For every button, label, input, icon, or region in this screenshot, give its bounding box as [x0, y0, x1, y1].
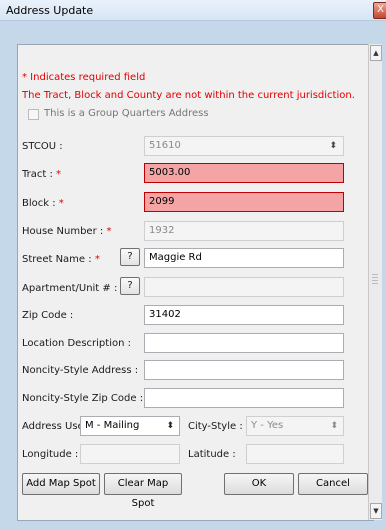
required-field-note: * Indicates required field [22, 72, 146, 83]
block-label: Block : * [22, 198, 64, 209]
dialog-window: * Indicates required field The Tract, Bl… [4, 21, 386, 525]
stcou-spinbox[interactable]: 51610 ⬍ [144, 136, 344, 156]
title-bar: Address Update X [0, 0, 386, 21]
form-panel: * Indicates required field The Tract, Bl… [17, 44, 374, 521]
address-use-select[interactable]: M - Mailing ⬍ [80, 416, 180, 436]
updown-arrows-icon[interactable]: ⬍ [329, 137, 337, 155]
tract-label: Tract : * [22, 169, 62, 180]
apartment-label: Apartment/Unit # : [22, 283, 118, 294]
add-map-spot-button[interactable]: Add Map Spot [22, 473, 100, 495]
jurisdiction-warning: The Tract, Block and County are not with… [22, 90, 355, 101]
latitude-input[interactable] [246, 444, 344, 464]
street-name-label: Street Name : * [22, 254, 100, 265]
required-marker: * [56, 169, 62, 180]
stcou-value: 51610 [149, 140, 181, 151]
noncity-zip-label: Noncity-Style Zip Code : [22, 393, 144, 404]
zip-code-input[interactable]: 31402 [144, 305, 344, 325]
location-description-label: Location Description : [22, 338, 131, 349]
apartment-help-button[interactable]: ? [120, 277, 140, 295]
zip-code-label: Zip Code : [22, 310, 74, 321]
down-arrow-icon[interactable]: ▼ [370, 503, 382, 519]
city-style-select[interactable]: Y - Yes ⬍ [246, 416, 344, 436]
scrollbar-grip[interactable] [372, 274, 378, 286]
clear-map-spot-button[interactable]: Clear Map Spot [104, 473, 182, 509]
longitude-label: Longitude : [22, 449, 79, 460]
location-description-input[interactable] [144, 333, 344, 353]
cancel-button[interactable]: Cancel [298, 473, 368, 495]
noncity-address-input[interactable] [144, 360, 344, 380]
latitude-label: Latitude : [188, 449, 236, 460]
address-use-label: Address Use: [22, 421, 88, 432]
address-use-value: M - Mailing [85, 420, 140, 431]
street-name-help-button[interactable]: ? [120, 248, 140, 266]
window-title: Address Update [6, 4, 94, 17]
tract-input[interactable]: 5003.00 [144, 163, 344, 183]
stcou-label: STCOU : [22, 141, 63, 152]
noncity-zip-input[interactable] [144, 388, 344, 408]
vertical-scrollbar[interactable]: ▲ ▼ [368, 44, 382, 520]
block-input[interactable]: 2099 [144, 192, 344, 212]
updown-arrows-icon: ⬍ [330, 421, 338, 431]
updown-arrows-icon: ⬍ [166, 421, 174, 431]
required-marker: * [106, 226, 112, 237]
required-marker: * [94, 254, 100, 265]
up-arrow-icon[interactable]: ▲ [370, 45, 382, 61]
street-name-input[interactable]: Maggie Rd [144, 248, 344, 268]
city-style-value: Y - Yes [251, 420, 284, 431]
close-button[interactable]: X [373, 2, 386, 19]
required-marker: * [58, 198, 64, 209]
noncity-address-label: Noncity-Style Address : [22, 365, 139, 376]
apartment-input[interactable] [144, 277, 344, 297]
longitude-input[interactable] [80, 444, 180, 464]
city-style-label: City-Style : [188, 421, 243, 432]
house-number-input[interactable]: 1932 [144, 221, 344, 241]
group-quarters-label: This is a Group Quarters Address [44, 108, 209, 119]
group-quarters-checkbox[interactable] [28, 109, 39, 120]
house-number-label: House Number : * [22, 226, 112, 237]
ok-button[interactable]: OK [224, 473, 294, 495]
